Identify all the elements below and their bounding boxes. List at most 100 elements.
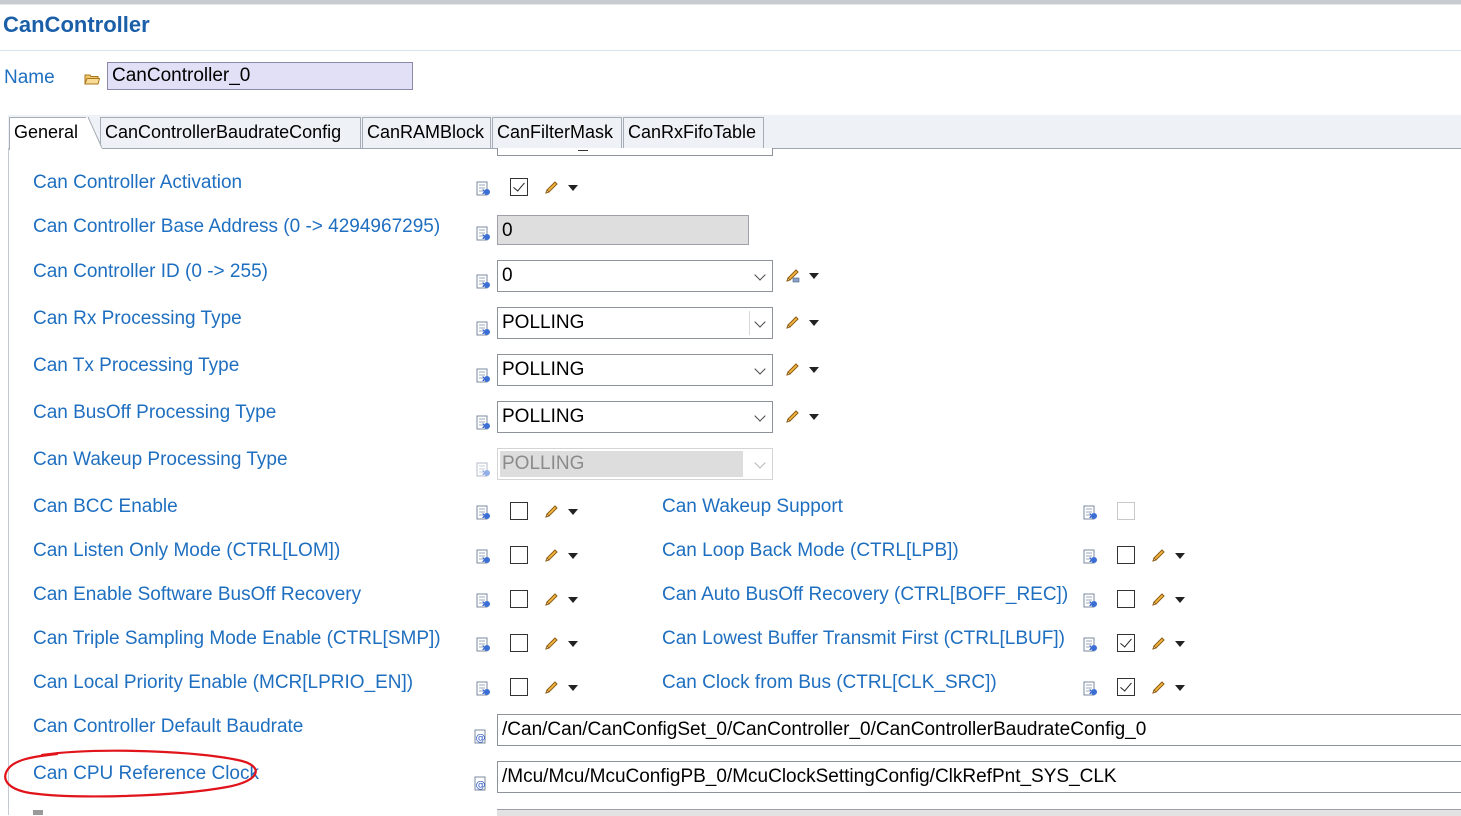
can-auto-busoff-recovery-checkbox[interactable] <box>1117 590 1135 608</box>
dropdown-caret-icon[interactable] <box>568 553 578 559</box>
dropdown-caret-icon[interactable] <box>809 273 819 279</box>
panel-left-border <box>8 148 9 815</box>
config-class-icon <box>1083 549 1097 564</box>
pencil-icon[interactable] <box>784 409 800 425</box>
scrolled-field-remnant <box>497 148 773 156</box>
tab-can-controller-baudrate-config[interactable]: CanControllerBaudrateConfig <box>100 117 361 148</box>
pencil-icon[interactable] <box>784 362 800 378</box>
can-controller-id-combo[interactable]: 0 <box>497 260 773 292</box>
pencil-icon[interactable] <box>543 548 559 564</box>
can-triple-sampling-mode-label: Can Triple Sampling Mode Enable (CTRL[SM… <box>33 628 441 649</box>
pencil-icon[interactable] <box>784 315 800 331</box>
can-listen-only-mode-label: Can Listen Only Mode (CTRL[LOM]) <box>33 540 341 561</box>
config-class-icon <box>476 226 490 241</box>
dropdown-caret-icon[interactable] <box>568 597 578 603</box>
pencil-icon[interactable] <box>543 180 559 196</box>
chevron-down-icon[interactable] <box>754 269 766 281</box>
pencil-icon[interactable] <box>543 636 559 652</box>
can-rx-processing-type-combo[interactable]: POLLING <box>497 307 773 339</box>
can-wakeup-processing-type-label: Can Wakeup Processing Type <box>33 449 288 470</box>
config-class-icon <box>476 637 490 652</box>
dropdown-caret-icon[interactable] <box>1175 553 1185 559</box>
can-tx-processing-type-label: Can Tx Processing Type <box>33 355 240 376</box>
can-auto-busoff-recovery-label: Can Auto BusOff Recovery (CTRL[BOFF_REC]… <box>662 584 1069 605</box>
dropdown-caret-icon[interactable] <box>809 367 819 373</box>
can-clock-from-bus-checkbox[interactable] <box>1117 678 1135 696</box>
can-lowest-buffer-transmit-first-label: Can Lowest Buffer Transmit First (CTRL[L… <box>662 628 1065 649</box>
tab-general-edge <box>86 117 102 150</box>
config-class-icon <box>1083 505 1097 520</box>
can-controller-activation-label: Can Controller Activation <box>33 172 243 193</box>
folder-icon[interactable] <box>84 72 100 86</box>
tab-can-filter-mask[interactable]: CanFilterMask <box>492 117 622 148</box>
can-loop-back-mode-label: Can Loop Back Mode (CTRL[LPB]) <box>662 540 959 561</box>
can-rx-processing-type-label: Can Rx Processing Type <box>33 308 242 329</box>
dropdown-caret-icon[interactable] <box>568 641 578 647</box>
can-enable-software-busoff-recovery-label: Can Enable Software BusOff Recovery <box>33 584 362 605</box>
can-controller-id-value: 0 <box>502 265 513 286</box>
config-class-icon <box>476 415 490 430</box>
dropdown-caret-icon[interactable] <box>809 320 819 326</box>
title-separator <box>0 50 1461 51</box>
dropdown-caret-icon[interactable] <box>1175 597 1185 603</box>
window-top-border-inner <box>0 4 1461 5</box>
can-wakeup-processing-type-value: POLLING <box>502 453 585 474</box>
can-tx-processing-type-combo[interactable]: POLLING <box>497 354 773 386</box>
config-class-icon <box>476 274 490 289</box>
pencil-icon[interactable] <box>1150 548 1166 564</box>
can-listen-only-mode-checkbox[interactable] <box>510 546 528 564</box>
can-cpu-reference-clock-label: Can CPU Reference Clock <box>33 763 259 784</box>
can-loop-back-mode-checkbox[interactable] <box>1117 546 1135 564</box>
dropdown-caret-icon[interactable] <box>568 185 578 191</box>
chevron-down-icon[interactable] <box>754 363 766 375</box>
pencil-ruler-icon[interactable] <box>784 268 800 284</box>
pencil-icon[interactable] <box>543 680 559 696</box>
dropdown-caret-icon[interactable] <box>809 414 819 420</box>
tab-general[interactable]: General <box>9 117 89 150</box>
can-clock-from-bus-label: Can Clock from Bus (CTRL[CLK_SRC]) <box>662 672 997 693</box>
pencil-icon[interactable] <box>543 504 559 520</box>
config-class-icon <box>476 681 490 696</box>
can-controller-default-baudrate-field[interactable]: /Can/Can/CanConfigSet_0/CanController_0/… <box>497 714 1461 746</box>
reference-link-icon <box>474 776 488 791</box>
can-busoff-processing-type-combo[interactable]: POLLING <box>497 401 773 433</box>
can-triple-sampling-mode-checkbox[interactable] <box>510 634 528 652</box>
can-busoff-processing-type-label: Can BusOff Processing Type <box>33 402 277 423</box>
scrolled-row-remnant-icon <box>33 810 43 815</box>
can-wakeup-processing-type-combo: POLLING <box>497 448 773 480</box>
can-enable-software-busoff-recovery-checkbox[interactable] <box>510 590 528 608</box>
pencil-icon[interactable] <box>1150 680 1166 696</box>
chevron-down-icon <box>754 457 766 469</box>
can-cpu-reference-clock-field[interactable]: /Mcu/Mcu/McuConfigPB_0/McuClockSettingCo… <box>497 761 1461 793</box>
can-controller-base-address-field: 0 <box>497 215 749 245</box>
tab-can-ram-block[interactable]: CanRAMBlock <box>362 117 491 148</box>
chevron-down-icon[interactable] <box>754 316 766 328</box>
dropdown-caret-icon[interactable] <box>568 509 578 515</box>
pencil-icon[interactable] <box>543 592 559 608</box>
can-bcc-enable-checkbox[interactable] <box>510 502 528 520</box>
can-lowest-buffer-transmit-first-checkbox[interactable] <box>1117 634 1135 652</box>
dropdown-caret-icon[interactable] <box>1175 641 1185 647</box>
can-tx-processing-type-value: POLLING <box>502 359 585 380</box>
config-class-icon <box>1083 593 1097 608</box>
combo-separator <box>749 311 750 335</box>
pencil-icon[interactable] <box>1150 592 1166 608</box>
tab-can-rx-fifo-table[interactable]: CanRxFifoTable <box>623 117 764 148</box>
can-wakeup-support-checkbox <box>1117 502 1135 520</box>
can-controller-activation-checkbox[interactable] <box>510 178 528 196</box>
pencil-icon[interactable] <box>1150 636 1166 652</box>
name-input[interactable]: CanController_0 <box>107 62 413 90</box>
config-class-icon <box>476 462 490 477</box>
config-class-icon <box>1083 681 1097 696</box>
config-class-icon <box>476 549 490 564</box>
can-controller-default-baudrate-label: Can Controller Default Baudrate <box>33 716 304 737</box>
dropdown-caret-icon[interactable] <box>1175 685 1185 691</box>
can-local-priority-enable-checkbox[interactable] <box>510 678 528 696</box>
config-class-icon <box>476 593 490 608</box>
config-class-icon <box>1083 637 1097 652</box>
chevron-down-icon[interactable] <box>754 410 766 422</box>
dropdown-caret-icon[interactable] <box>568 685 578 691</box>
config-class-icon <box>476 505 490 520</box>
config-class-icon <box>476 321 490 336</box>
can-rx-processing-type-value: POLLING <box>502 312 585 333</box>
